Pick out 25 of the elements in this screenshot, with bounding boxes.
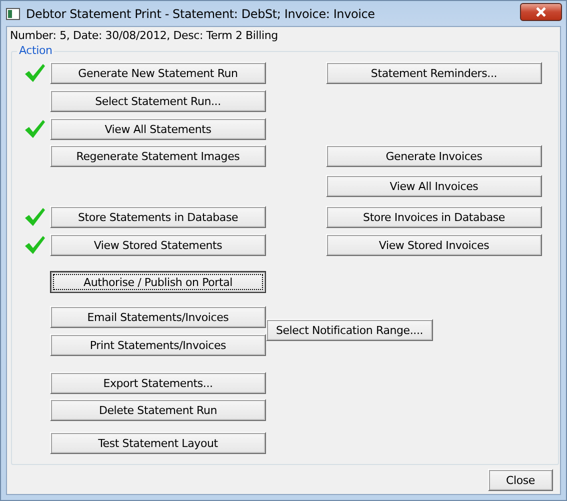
statement-info: Number: 5, Date: 30/08/2012, Desc: Term 2 Billing: [10, 29, 279, 43]
action-button[interactable]: Select Notification Range....: [266, 319, 433, 341]
action-button[interactable]: Select Statement Run...: [50, 90, 266, 112]
action-button[interactable]: Print Statements/Invoices: [50, 334, 266, 356]
window-title: Debtor Statement Print - Statement: DebSt; Invoice: Invoice: [26, 6, 376, 20]
close-dialog-button[interactable]: Close: [488, 469, 553, 491]
action-button[interactable]: Store Statements in Database: [50, 206, 266, 228]
action-button[interactable]: View All Invoices: [326, 175, 542, 197]
action-button[interactable]: Generate New Statement Run: [50, 62, 266, 84]
action-button[interactable]: Store Invoices in Database: [326, 206, 542, 228]
action-button[interactable]: Authorise / Publish on Portal: [50, 271, 266, 293]
action-button[interactable]: Email Statements/Invoices: [50, 306, 266, 328]
group-label: Action: [18, 45, 54, 57]
action-button[interactable]: Generate Invoices: [326, 145, 542, 167]
action-button[interactable]: View Stored Statements: [50, 234, 266, 256]
close-button[interactable]: [520, 2, 562, 20]
action-button[interactable]: Delete Statement Run: [50, 399, 266, 421]
action-button[interactable]: Export Statements...: [50, 372, 266, 394]
action-button[interactable]: Regenerate Statement Images: [50, 145, 266, 167]
action-button[interactable]: View All Statements: [50, 118, 266, 140]
action-button[interactable]: View Stored Invoices: [326, 234, 542, 256]
close-icon: [535, 6, 547, 16]
action-button[interactable]: Test Statement Layout: [50, 432, 266, 454]
app-icon: [6, 8, 20, 20]
action-button[interactable]: Statement Reminders...: [326, 62, 542, 84]
